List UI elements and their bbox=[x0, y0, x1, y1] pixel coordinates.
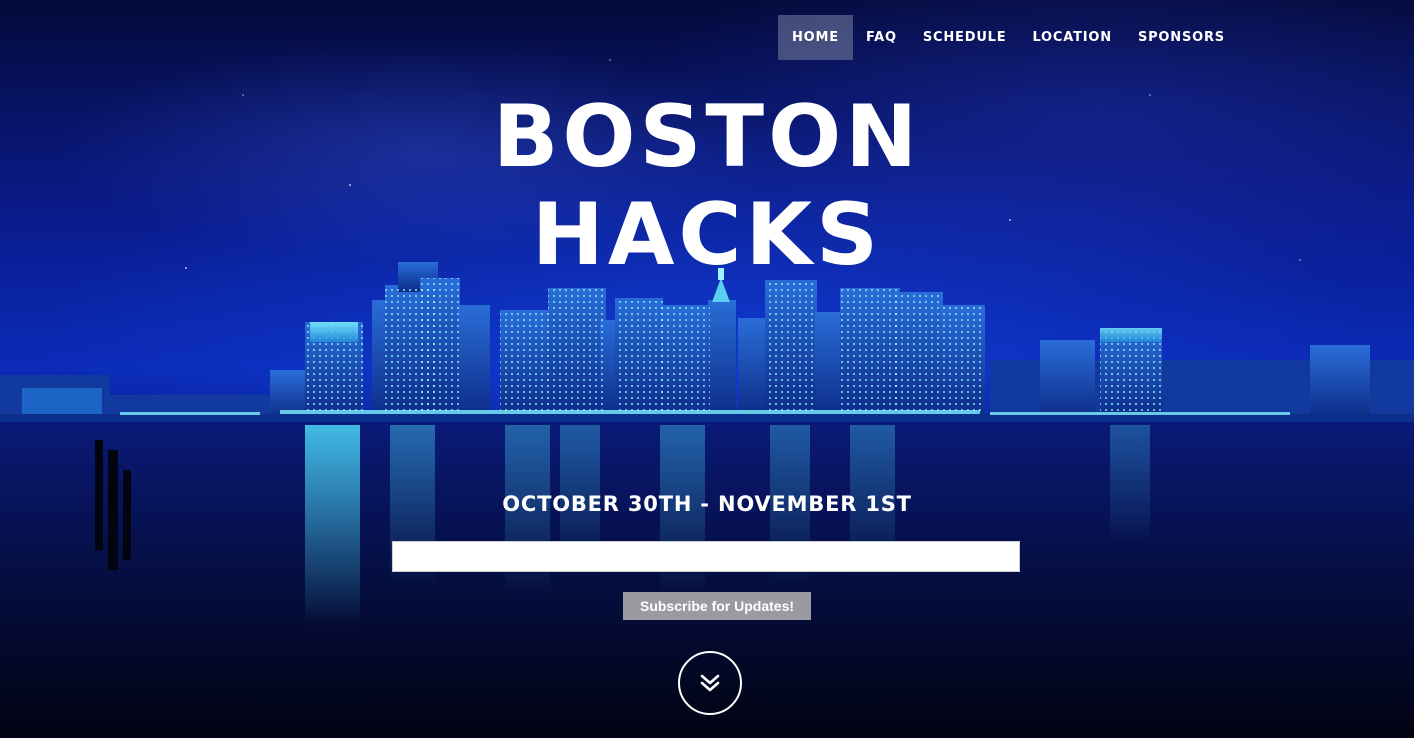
scroll-down-button[interactable] bbox=[678, 651, 742, 715]
nav-faq-link[interactable]: FAQ bbox=[853, 15, 910, 60]
nav-sponsors-link[interactable]: SPONSORS bbox=[1125, 15, 1238, 60]
nav-location-link[interactable]: LOCATION bbox=[1019, 15, 1125, 60]
main-nav: HOME FAQ SCHEDULE LOCATION SPONSORS bbox=[778, 15, 1238, 60]
subscribe-button[interactable]: Subscribe for Updates! bbox=[623, 592, 811, 620]
nav-schedule-link[interactable]: SCHEDULE bbox=[910, 15, 1020, 60]
double-chevron-down-icon bbox=[700, 674, 720, 692]
event-title-line-2: HACKS bbox=[531, 185, 883, 285]
hero-section: HOME FAQ SCHEDULE LOCATION SPONSORS BOST… bbox=[0, 0, 1414, 738]
nav-home-link[interactable]: HOME bbox=[778, 15, 853, 60]
email-field[interactable] bbox=[392, 541, 1020, 572]
event-dates: OCTOBER 30TH - NOVEMBER 1ST bbox=[502, 492, 912, 516]
event-title-line-1: BOSTON bbox=[492, 87, 922, 187]
event-title: BOSTON HACKS bbox=[0, 88, 1414, 284]
